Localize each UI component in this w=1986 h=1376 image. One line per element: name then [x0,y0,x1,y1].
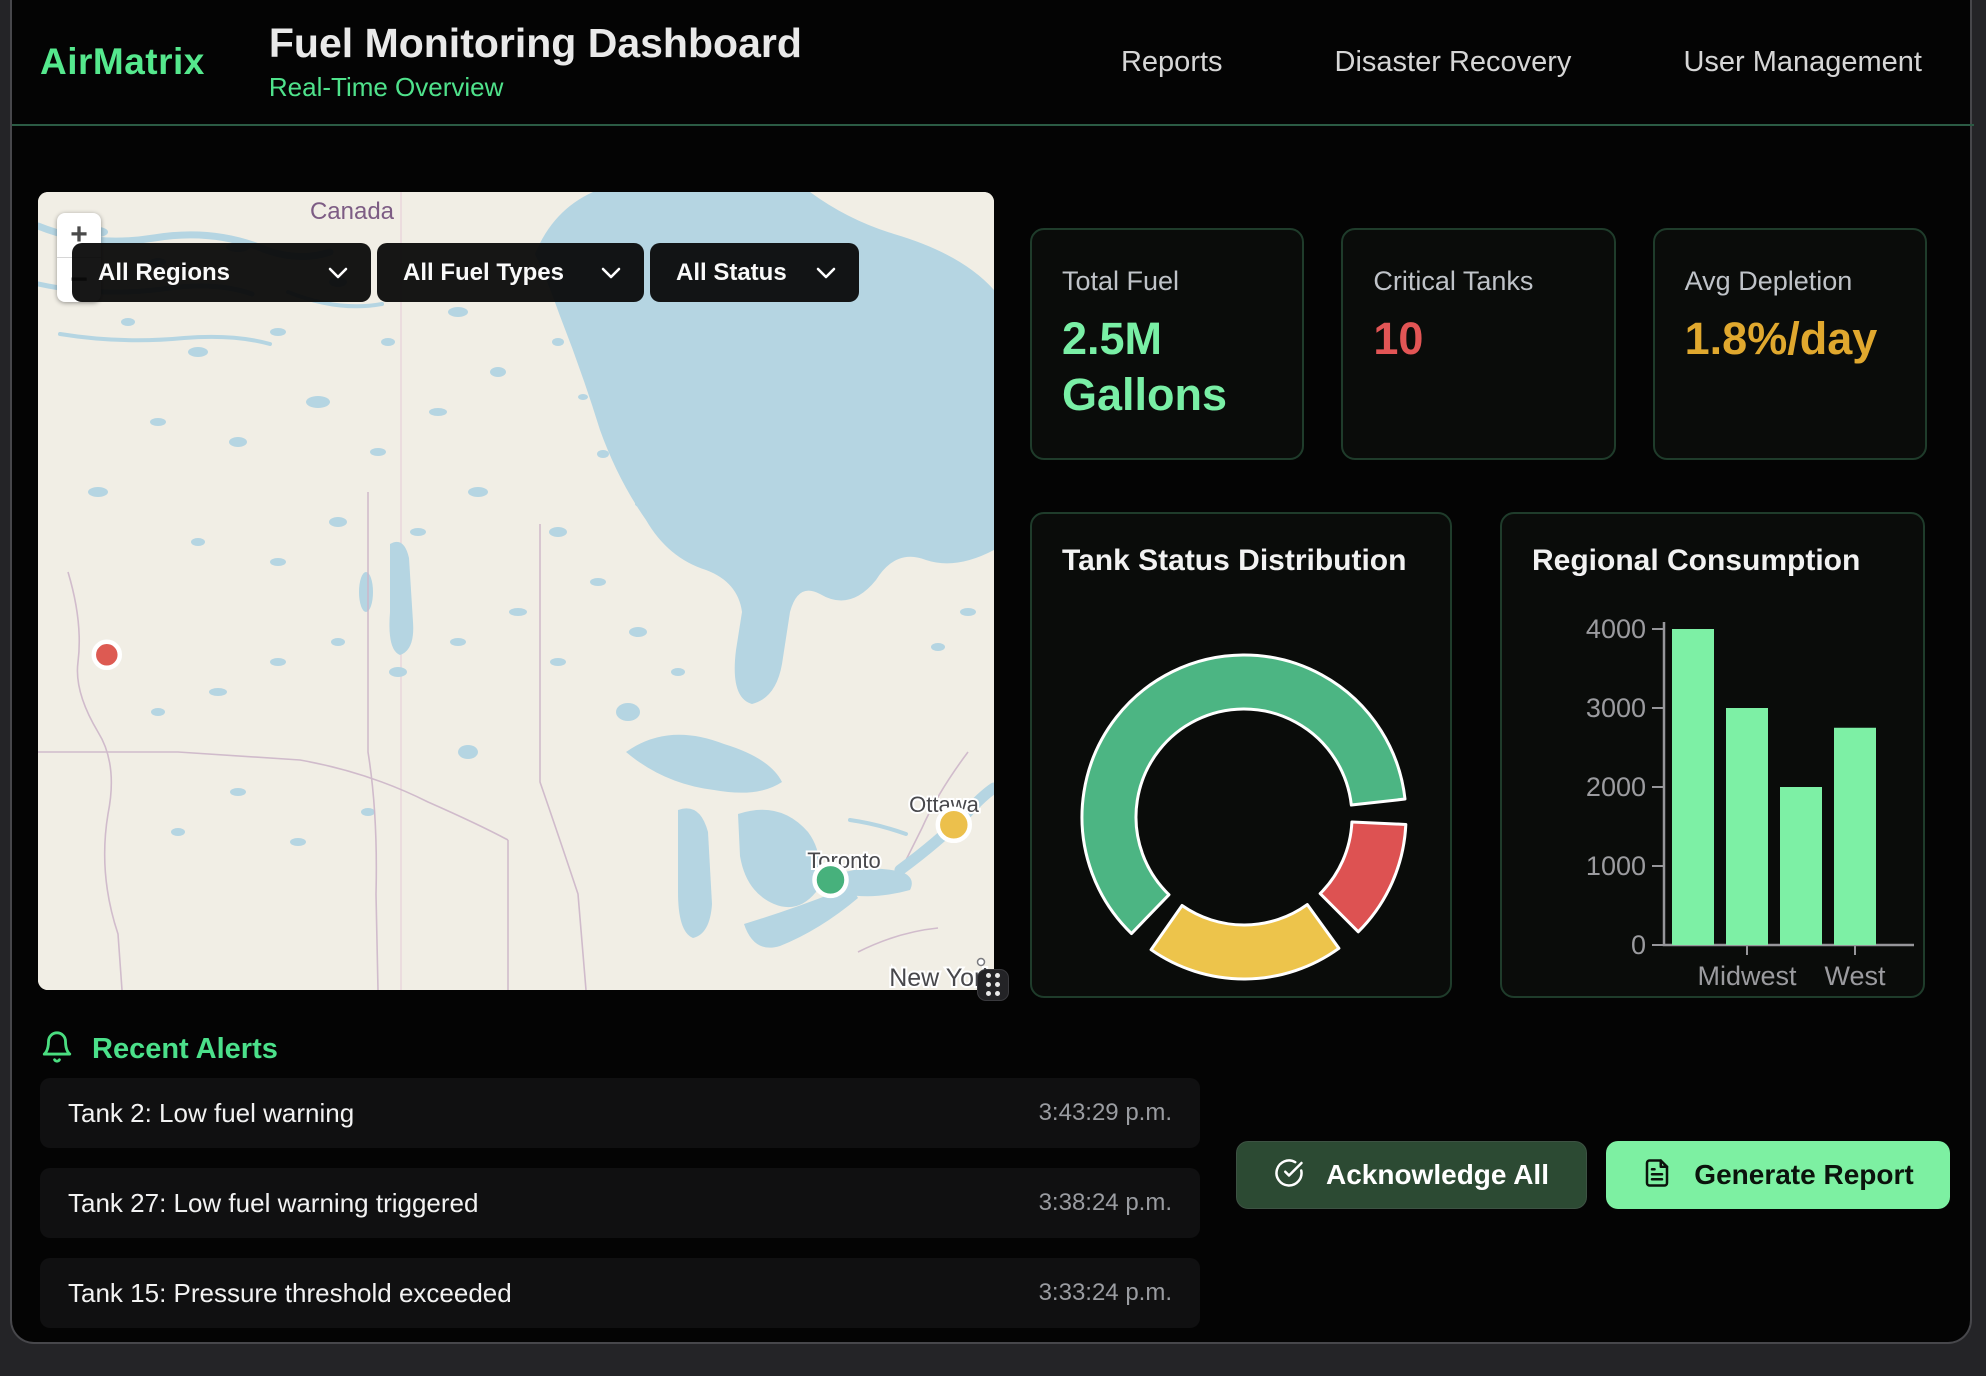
alert-message: Tank 15: Pressure threshold exceeded [68,1278,512,1309]
chevron-down-icon [815,266,837,280]
generate-report-label: Generate Report [1694,1159,1913,1191]
stat-value: 1.8%/day [1685,311,1863,367]
stat-cards: Total Fuel 2.5M Gallons Critical Tanks 1… [1030,228,1927,460]
alert-message: Tank 27: Low fuel warning triggered [68,1188,478,1219]
chevron-down-icon [327,266,349,280]
map-marker-warning[interactable] [938,809,970,841]
filter-regions-dropdown[interactable]: All Regions [72,243,371,302]
donut-segment-red [1320,822,1406,932]
y-tick-label: 4000 [1586,614,1646,644]
alert-row: Tank 2: Low fuel warning 3:43:29 p.m. [40,1078,1200,1148]
nav-item-user-management[interactable]: User Management [1683,46,1922,79]
stat-label: Avg Depletion [1685,266,1895,297]
alert-row: Tank 15: Pressure threshold exceeded 3:3… [40,1258,1200,1328]
acknowledge-all-button[interactable]: Acknowledge All [1236,1141,1587,1209]
donut-segment-yellow [1151,905,1339,979]
stat-card-total-fuel: Total Fuel 2.5M Gallons [1030,228,1304,460]
stat-value: 10 [1373,311,1551,367]
file-text-icon [1642,1158,1672,1193]
map-filters: All Regions All Fuel Types All Status [72,243,859,302]
map-drag-handle[interactable] [978,970,1008,1000]
page-title: Fuel Monitoring Dashboard [269,21,802,66]
bell-icon [40,1030,74,1069]
y-tick-label: 2000 [1586,772,1646,802]
regional-consumption-bar-chart: 0 1000 2000 3000 4000 Midwest West [1502,514,1927,1000]
stat-card-critical-tanks: Critical Tanks 10 [1341,228,1615,460]
check-circle-icon [1274,1158,1304,1193]
y-tick-label: 1000 [1586,851,1646,881]
filter-status-label: All Status [676,259,787,287]
bar-col1 [1672,629,1714,945]
acknowledge-all-label: Acknowledge All [1326,1159,1549,1191]
bar-West [1834,728,1876,945]
map[interactable]: Canada Ottawa Toronto New York + − All R… [38,192,994,990]
nav-item-disaster-recovery[interactable]: Disaster Recovery [1335,46,1572,79]
filter-regions-label: All Regions [98,259,230,287]
filter-status-dropdown[interactable]: All Status [650,243,859,302]
alerts-header: Recent Alerts [40,1030,278,1069]
x-tick-label: West [1824,961,1886,991]
brand-logo: AirMatrix [40,41,205,83]
filter-fuel-types-label: All Fuel Types [403,259,564,287]
stat-label: Total Fuel [1062,266,1272,297]
stat-label: Critical Tanks [1373,266,1583,297]
alerts-title: Recent Alerts [92,1033,278,1066]
map-svg: Canada Ottawa Toronto New York [38,192,994,990]
tank-status-donut-chart [1032,514,1454,1000]
chevron-down-icon [600,266,622,280]
regional-consumption-card: Regional Consumption 01000200030004000Mi… [1500,512,1925,998]
alert-time: 3:33:24 p.m. [1039,1279,1172,1307]
page-subtitle: Real-Time Overview [269,72,802,103]
nav-item-reports[interactable]: Reports [1121,46,1223,79]
stat-card-avg-depletion: Avg Depletion 1.8%/day [1653,228,1927,460]
map-marker-normal[interactable] [815,864,847,896]
filter-fuel-types-dropdown[interactable]: All Fuel Types [377,243,644,302]
x-tick-label: Midwest [1697,961,1797,991]
main-nav: Reports Disaster Recovery User Managemen… [1121,46,1922,79]
map-label-canada: Canada [310,198,395,225]
y-tick-label: 0 [1631,930,1646,960]
title-block: Fuel Monitoring Dashboard Real-Time Over… [269,21,802,103]
alert-time: 3:43:29 p.m. [1039,1099,1172,1127]
stat-value: 2.5M Gallons [1062,311,1240,424]
header: AirMatrix Fuel Monitoring Dashboard Real… [12,0,1974,126]
generate-report-button[interactable]: Generate Report [1606,1141,1950,1209]
bar-col3 [1780,787,1822,945]
tank-status-card: Tank Status Distribution [1030,512,1452,998]
bar-Midwest [1726,708,1768,945]
alert-message: Tank 2: Low fuel warning [68,1098,354,1129]
map-marker-critical[interactable] [94,642,120,668]
y-tick-label: 3000 [1586,693,1646,723]
alert-row: Tank 27: Low fuel warning triggered 3:38… [40,1168,1200,1238]
alert-time: 3:38:24 p.m. [1039,1189,1172,1217]
